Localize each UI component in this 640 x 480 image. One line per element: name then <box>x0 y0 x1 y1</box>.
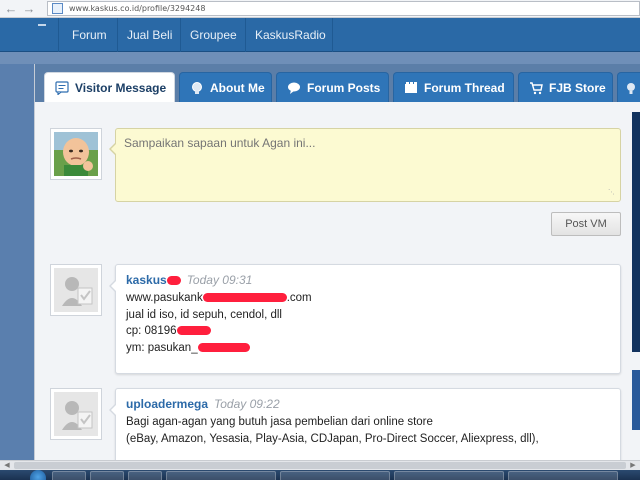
site-top-nav: Forum Jual Beli Groupee KaskusRadio <box>0 18 640 52</box>
taskbar-app-button[interactable] <box>166 471 276 480</box>
visitor-message: kaskus Today 09:31 www.pasukank .com jual … <box>109 264 621 374</box>
tab-about-me[interactable]: About Me <box>179 72 272 102</box>
default-avatar-icon <box>54 392 98 436</box>
side-advertisement[interactable] <box>632 112 640 352</box>
redaction-mark <box>176 326 211 336</box>
forward-arrow-icon[interactable]: → <box>22 1 36 16</box>
url-field[interactable]: www.kaskus.co.id/profile/3294248 <box>47 1 640 16</box>
cart-icon <box>529 81 543 95</box>
nav-separator <box>180 18 181 52</box>
tab-label: Visitor Message <box>75 81 167 95</box>
profile-panel: Visitor Message About Me Forum Posts For… <box>34 64 640 468</box>
nav-separator <box>117 18 118 52</box>
message-header: kaskus Today 09:31 <box>126 273 610 287</box>
site-favicon-icon <box>52 3 63 14</box>
taskbar <box>0 470 640 480</box>
message-avatar[interactable] <box>50 264 102 316</box>
nav-item-jual-beli[interactable]: Jual Beli <box>127 18 172 52</box>
bulb-icon <box>624 81 638 95</box>
scroll-left-icon[interactable]: ◀ <box>2 461 12 470</box>
tab-fjb-store[interactable]: FJB Store <box>518 72 613 102</box>
message-username[interactable]: uploadermega <box>126 397 208 411</box>
tab-forum-posts[interactable]: Forum Posts <box>276 72 389 102</box>
message-line: ym: pasukan_ <box>126 340 610 357</box>
message-header: uploadermega Today 09:22 <box>126 397 610 411</box>
taskbar-app-button[interactable] <box>52 471 86 480</box>
message-line: www.pasukank .com <box>126 292 312 304</box>
nav-separator <box>58 18 59 52</box>
message-time: Today 09:22 <box>214 397 280 411</box>
url-text: www.kaskus.co.id/profile/3294248 <box>69 4 206 13</box>
redaction-mark <box>202 293 287 303</box>
taskbar-app-button[interactable] <box>90 471 124 480</box>
scroll-right-icon[interactable]: ▶ <box>628 461 638 470</box>
back-arrow-icon[interactable]: ← <box>4 1 18 16</box>
tab-content: ⋱ Post VM kaskus Today 09:31 www.pasukank… <box>35 102 640 468</box>
nav-separator <box>245 18 246 52</box>
horizontal-scrollbar[interactable]: ◀ ▶ <box>0 460 640 470</box>
message-username[interactable]: kaskus <box>126 273 181 287</box>
visitor-message-composer[interactable]: ⋱ <box>115 128 621 202</box>
tab-label: About Me <box>210 80 265 95</box>
tab-visitor-message[interactable]: Visitor Message <box>44 72 175 103</box>
message-time: Today 09:31 <box>186 273 253 287</box>
taskbar-app-button[interactable] <box>508 471 618 480</box>
nav-item-kaskusradio[interactable]: KaskusRadio <box>255 18 326 52</box>
visitor-message-input[interactable] <box>116 129 620 201</box>
taskbar-app-button[interactable] <box>394 471 504 480</box>
side-advertisement[interactable] <box>632 370 640 430</box>
scrollbar-thumb[interactable] <box>14 462 626 469</box>
nav-item-forum[interactable]: Forum <box>72 18 107 52</box>
message-pointer-fill <box>111 280 117 292</box>
nav-item-groupee[interactable]: Groupee <box>190 18 237 52</box>
message-line: Bagi agan-agan yang butuh jasa pembelian… <box>126 416 433 428</box>
visitor-message: uploadermega Today 09:22 Bagi agan-agan y… <box>109 388 621 468</box>
person-bulb-icon <box>190 81 204 95</box>
taskbar-app-button[interactable] <box>128 471 162 480</box>
logo-mark-icon <box>38 24 46 26</box>
film-strip-icon <box>404 81 418 95</box>
message-line: cp: 08196 <box>126 323 610 340</box>
resize-grip-icon[interactable]: ⋱ <box>608 189 616 197</box>
header-band <box>0 52 640 64</box>
start-orb-icon[interactable] <box>30 470 46 480</box>
speech-note-icon <box>55 81 69 96</box>
tab-more[interactable] <box>617 72 640 102</box>
redaction-mark <box>197 342 250 352</box>
message-line: (eBay, Amazon, Yesasia, Play-Asia, CDJap… <box>126 432 539 445</box>
chat-bubble-icon <box>287 81 301 95</box>
current-user-avatar[interactable] <box>50 128 102 180</box>
tab-forum-thread[interactable]: Forum Thread <box>393 72 514 102</box>
post-vm-button[interactable]: Post VM <box>551 212 621 236</box>
browser-address-bar: ← → www.kaskus.co.id/profile/3294248 <box>0 0 640 18</box>
baby-avatar-icon <box>54 132 98 176</box>
composer-pointer-fill <box>111 143 117 155</box>
message-line: jual id iso, id sepuh, cendol, dll <box>126 308 282 321</box>
message-avatar[interactable] <box>50 388 102 440</box>
default-avatar-icon <box>54 268 98 312</box>
tab-label: Forum Posts <box>307 80 381 95</box>
tab-label: Forum Thread <box>424 80 505 95</box>
redaction-mark <box>166 276 181 286</box>
nav-separator <box>332 18 333 52</box>
message-pointer-fill <box>111 404 117 416</box>
tab-label: FJB Store <box>549 80 606 95</box>
taskbar-app-button[interactable] <box>280 471 390 480</box>
